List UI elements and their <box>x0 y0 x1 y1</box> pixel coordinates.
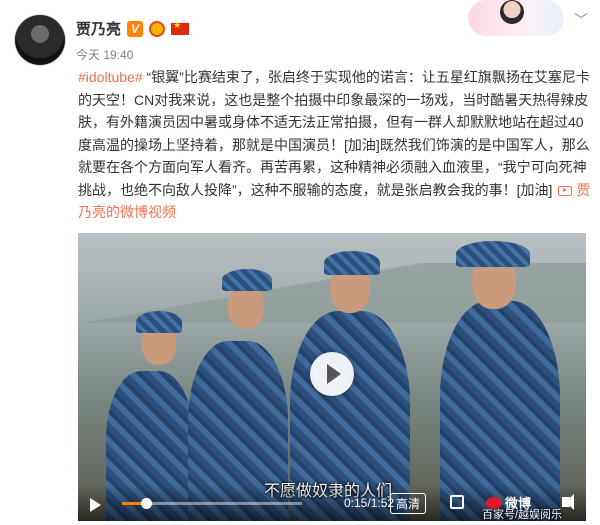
verified-v-icon: V <box>127 20 144 37</box>
soldier-cap <box>324 251 380 275</box>
play-icon[interactable] <box>310 352 354 396</box>
soldier-cap <box>222 269 272 291</box>
source-watermark: 百家号/越娱阅乐 <box>482 509 563 521</box>
soldier-cap <box>456 241 530 267</box>
author-row: 贾乃亮 V <box>76 18 190 39</box>
post-text: #idoltube# “银翼”比赛结束了，张启终于实现他的诺言：让五星红旗飘扬在… <box>78 66 592 224</box>
decorative-avatar <box>500 0 524 24</box>
hashtag-link[interactable]: #idoltube# <box>78 69 143 85</box>
volume-icon[interactable] <box>562 494 574 510</box>
soldier-head <box>228 285 264 329</box>
quality-button[interactable]: 高清 <box>390 493 427 514</box>
avatar[interactable] <box>14 14 66 66</box>
progress-knob[interactable] <box>141 498 153 509</box>
medal-icon <box>149 20 166 37</box>
post-meta: 今天 19:40 <box>76 46 133 63</box>
play-pause-icon[interactable] <box>90 498 101 512</box>
progress-bar[interactable] <box>122 498 302 509</box>
video-player[interactable]: 不愿做奴隶的人们 0:15/1:52 高清 微博 <box>78 233 586 521</box>
video-link-icon <box>558 185 573 196</box>
fullscreen-icon[interactable] <box>450 495 464 509</box>
soldier-cap <box>136 311 182 333</box>
post-body: “银翼”比赛结束了，张启终于实现他的诺言：让五星红旗飘扬在艾塞尼卡的天空！CN对… <box>78 69 590 198</box>
video-time: 0:15/1:52 <box>344 496 395 510</box>
author-name[interactable]: 贾乃亮 <box>76 18 121 39</box>
chevron-down-icon[interactable]: ﹀ <box>574 10 588 30</box>
post-timestamp[interactable]: 今天 19:40 <box>76 46 133 63</box>
china-flag-icon <box>171 20 190 35</box>
